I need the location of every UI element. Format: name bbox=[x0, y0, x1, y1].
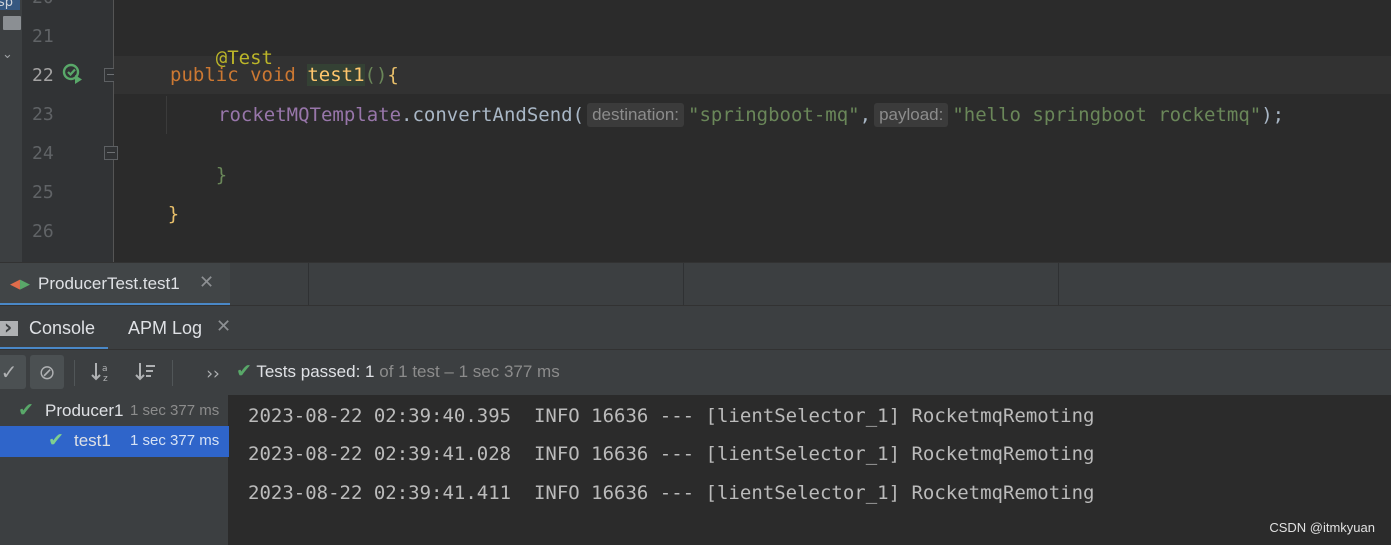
call-close: ); bbox=[1261, 104, 1285, 126]
sort-by-duration-button[interactable] bbox=[129, 355, 163, 389]
run-test-passed-icon[interactable] bbox=[62, 62, 84, 84]
string-destination: "springboot-mq" bbox=[688, 104, 860, 126]
code-editor[interactable]: sp ⌄ 20 21 22 23 24 25 26 @Test public v… bbox=[0, 0, 1391, 262]
test-tree: ✔ Producer1 1 sec 377 ms ✔ test1 1 sec 3… bbox=[0, 395, 229, 545]
project-label[interactable]: sp bbox=[0, 0, 20, 10]
test-status: ✔ Tests passed: 1 of 1 test – 1 sec 377 … bbox=[236, 360, 560, 382]
tab-apm-log[interactable]: APM Log ✕ bbox=[128, 306, 238, 350]
tab-console-label: Console bbox=[29, 318, 96, 338]
status-detail: of 1 test – 1 sec 377 ms bbox=[379, 362, 560, 381]
method-name: test1 bbox=[307, 64, 365, 86]
sort-duration-icon bbox=[135, 363, 155, 381]
param-hint-payload: payload: bbox=[874, 103, 949, 127]
close-icon[interactable]: ✕ bbox=[216, 316, 231, 337]
method-close-brace: } bbox=[215, 164, 228, 186]
method-open-brace: { bbox=[387, 64, 399, 86]
line-number: 24 bbox=[32, 143, 54, 164]
line-number: 25 bbox=[32, 182, 54, 203]
divider bbox=[308, 263, 309, 306]
run-tab-label: ProducerTest.test1 bbox=[38, 274, 180, 293]
status-label: Tests passed: bbox=[256, 362, 361, 381]
chevron-down-icon[interactable]: ⌄ bbox=[2, 47, 13, 62]
test-runner-toolbar: ✓ ⊘ a z ›› ✔ Tests passed: 1 of 1 test –… bbox=[0, 349, 1391, 395]
watermark: CSDN @itmkyuan bbox=[1269, 520, 1375, 535]
svg-text:z: z bbox=[103, 374, 108, 384]
keyword-public: public bbox=[170, 64, 239, 86]
comma: , bbox=[859, 104, 872, 126]
keyword-void: void bbox=[250, 64, 296, 86]
check-icon: ✔ bbox=[48, 429, 64, 451]
line-number: 26 bbox=[32, 221, 54, 242]
line-number: 20 bbox=[32, 0, 66, 8]
tab-apm-log-label: APM Log bbox=[128, 318, 203, 338]
more-actions-button[interactable]: ›› bbox=[196, 355, 230, 389]
console-icon bbox=[0, 315, 18, 339]
tree-item-label: Producer1 bbox=[45, 401, 124, 420]
console-output[interactable]: 2023-08-22 02:39:40.395 INFO 16636 --- [… bbox=[230, 395, 1391, 545]
folder-icon[interactable] bbox=[3, 16, 21, 30]
tree-item-duration: 1 sec 377 ms bbox=[130, 432, 220, 449]
svg-text:a: a bbox=[102, 364, 108, 374]
code-line-25[interactable]: } bbox=[122, 181, 179, 247]
log-line: 2023-08-22 02:39:41.411 INFO 16636 --- [… bbox=[248, 482, 1095, 504]
tree-item-label: test1 bbox=[74, 431, 111, 450]
line-number: 22 bbox=[32, 65, 54, 86]
line-number: 23 bbox=[32, 104, 54, 125]
cancel-icon: ⊘ bbox=[38, 360, 56, 384]
tree-item-producer[interactable]: ✔ Producer1 1 sec 377 ms bbox=[0, 396, 229, 427]
status-count: 1 bbox=[365, 362, 375, 381]
method-parens: () bbox=[364, 64, 388, 86]
sort-alpha-icon: a z bbox=[91, 363, 108, 384]
param-hint-destination: destination: bbox=[587, 103, 685, 127]
call-method: .convertAndSend( bbox=[401, 104, 585, 126]
run-tabbar: ◀▶ ProducerTest.test1 ✕ bbox=[0, 262, 1391, 306]
field-rocketmqtemplate: rocketMQTemplate bbox=[218, 104, 402, 126]
divider bbox=[172, 360, 173, 386]
divider bbox=[74, 360, 75, 386]
show-passed-button[interactable]: ✓ bbox=[0, 355, 26, 389]
tab-console[interactable]: Console bbox=[0, 306, 108, 350]
divider bbox=[683, 263, 684, 306]
editor-gutter: 20 21 22 23 24 25 26 bbox=[22, 0, 114, 262]
tree-item-test1[interactable]: ✔ test1 1 sec 377 ms bbox=[0, 426, 229, 457]
string-payload: "hello springboot rocketmq" bbox=[952, 104, 1262, 126]
chevron-right-double-icon: ›› bbox=[206, 364, 220, 384]
code-line-23[interactable]: rocketMQTemplate.convertAndSend(destinat… bbox=[218, 103, 1284, 127]
fold-marker-icon[interactable] bbox=[104, 146, 118, 160]
class-close-brace: } bbox=[167, 203, 180, 225]
check-icon: ✔ bbox=[18, 399, 34, 421]
indent-guide bbox=[166, 96, 167, 134]
run-tab-producertest[interactable]: ◀▶ ProducerTest.test1 ✕ bbox=[0, 263, 230, 306]
code-line-22[interactable]: public void test1(){ bbox=[170, 64, 399, 86]
sort-alphabetically-button[interactable]: a z bbox=[85, 355, 119, 389]
divider bbox=[1058, 263, 1059, 306]
tree-item-duration: 1 sec 377 ms bbox=[130, 402, 220, 419]
log-line: 2023-08-22 02:39:40.395 INFO 16636 --- [… bbox=[248, 405, 1095, 427]
show-ignored-button[interactable]: ⊘ bbox=[30, 355, 64, 389]
project-tool-strip[interactable]: sp ⌄ bbox=[0, 0, 22, 262]
close-icon[interactable]: ✕ bbox=[199, 272, 214, 293]
check-icon: ✓ bbox=[0, 360, 18, 384]
line-number: 21 bbox=[32, 26, 54, 47]
check-icon: ✔ bbox=[236, 360, 252, 382]
run-config-icon: ◀▶ bbox=[10, 277, 30, 292]
log-line: 2023-08-22 02:39:41.028 INFO 16636 --- [… bbox=[248, 443, 1095, 465]
run-subtabs: Console APM Log ✕ bbox=[0, 305, 1391, 350]
